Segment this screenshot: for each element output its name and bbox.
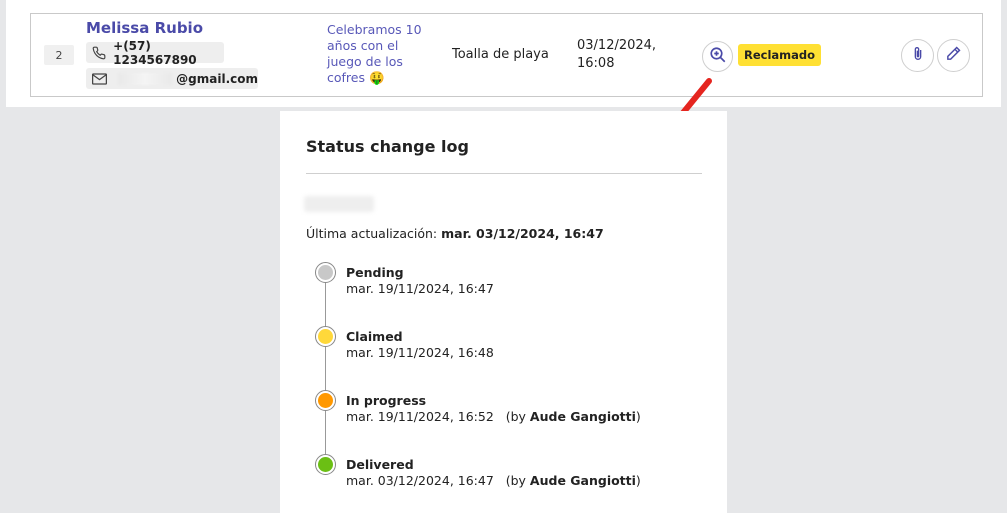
time-line: 16:08	[577, 56, 615, 71]
phone-icon	[92, 46, 106, 60]
redacted-label	[304, 196, 374, 212]
paperclip-icon	[910, 45, 926, 67]
pencil-icon	[945, 45, 962, 66]
divider	[306, 173, 702, 174]
redacted-email-user	[118, 72, 173, 85]
modal-title: Status change log	[306, 137, 469, 156]
by-close: )	[635, 473, 641, 488]
customer-name-link[interactable]: Melissa Rubio	[86, 19, 203, 37]
by-label: (by	[505, 409, 526, 424]
by-label: (by	[505, 473, 526, 488]
zoom-in-icon	[709, 46, 727, 68]
table-row: 2 Melissa Rubio +(57) 1234567890 @gmail.…	[30, 13, 983, 97]
by-close: )	[635, 409, 641, 424]
status-log-modal: Status change log Última actualización: …	[280, 111, 727, 513]
status-dot-in-progress	[315, 390, 336, 411]
timeline-time-value: mar. 03/12/2024, 16:47	[346, 473, 494, 488]
timeline-status: In progress	[346, 393, 427, 408]
status-badge: Reclamado	[738, 44, 822, 66]
view-status-log-button[interactable]	[702, 41, 733, 72]
product-name: Toalla de playa	[452, 47, 549, 62]
email-text: @gmail.com	[176, 71, 258, 86]
email-chip: @gmail.com	[86, 68, 258, 89]
timeline-status: Pending	[346, 265, 404, 280]
status-dot-pending	[315, 262, 336, 283]
edit-button[interactable]	[937, 39, 970, 72]
status-dot-claimed	[315, 326, 336, 347]
date-line: 03/12/2024,	[577, 38, 657, 53]
timeline-time: mar. 19/11/2024, 16:48	[346, 345, 494, 360]
mail-icon	[92, 72, 107, 86]
timeline-user: Aude Gangiotti	[529, 473, 636, 488]
timeline-line	[325, 273, 326, 465]
timeline-status: Delivered	[346, 457, 414, 472]
campaign-link[interactable]: Celebramos 10 años con el juego de los c…	[327, 22, 427, 86]
timeline-status: Claimed	[346, 329, 403, 344]
timeline-time: mar. 19/11/2024, 16:47	[346, 281, 494, 296]
last-update: Última actualización: mar. 03/12/2024, 1…	[306, 226, 604, 241]
phone-text: +(57) 1234567890	[113, 38, 197, 67]
orders-row-panel: 2 Melissa Rubio +(57) 1234567890 @gmail.…	[6, 0, 1001, 107]
attach-button[interactable]	[901, 39, 934, 72]
status-dot-delivered	[315, 454, 336, 475]
last-update-value: mar. 03/12/2024, 16:47	[441, 226, 604, 241]
last-update-label: Última actualización:	[306, 226, 438, 241]
timeline-user: Aude Gangiotti	[529, 409, 636, 424]
timeline-time: mar. 03/12/2024, 16:47 (by Aude Gangiott…	[346, 473, 641, 488]
timeline-time-value: mar. 19/11/2024, 16:52	[346, 409, 494, 424]
timeline-time: mar. 19/11/2024, 16:52 (by Aude Gangiott…	[346, 409, 641, 424]
order-date: 03/12/2024, 16:08	[577, 37, 656, 73]
row-number: 2	[44, 45, 74, 65]
phone-chip: +(57) 1234567890	[86, 39, 224, 67]
